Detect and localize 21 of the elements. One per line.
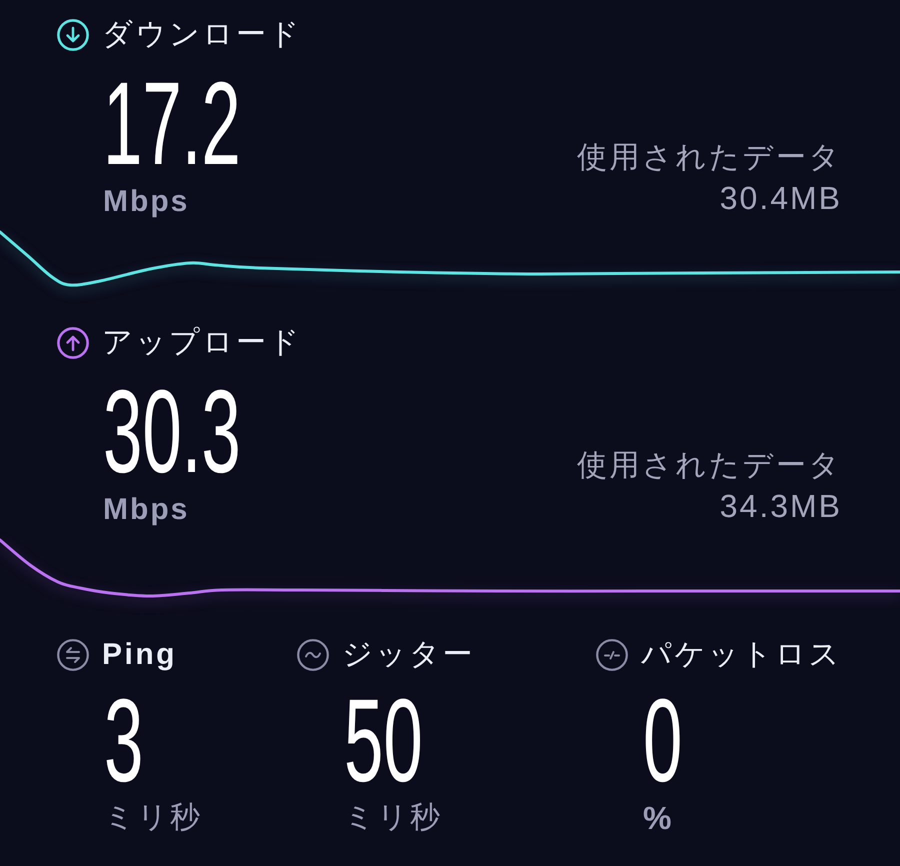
speed-value: 17.2 — [103, 65, 241, 183]
speed-title: ダウンロード — [102, 20, 302, 50]
data-used-label: 使用されたデータ — [577, 448, 842, 484]
metric-value: 3 — [104, 682, 144, 800]
speed-unit: Mbps — [103, 494, 190, 526]
metric-title: ジッター — [342, 640, 475, 670]
wave-icon — [297, 639, 329, 671]
data-used-value: 30.4MB — [720, 179, 842, 218]
metric-title: パケットロス — [641, 640, 842, 670]
metric-value: 0 — [643, 682, 682, 800]
speed-unit: Mbps — [103, 186, 190, 218]
metric-unit: % — [643, 802, 672, 834]
speed-value: 30.3 — [103, 373, 241, 491]
data-used-value: 34.3MB — [720, 487, 842, 526]
speed-title: アップロード — [102, 328, 302, 358]
arrows-icon — [57, 639, 89, 671]
metric-unit: ミリ秒 — [344, 802, 442, 834]
metric-title: Ping — [102, 640, 177, 670]
data-used-label: 使用されたデータ — [577, 140, 842, 176]
metric-value: 50 — [344, 682, 423, 800]
metric-unit: ミリ秒 — [104, 802, 202, 834]
